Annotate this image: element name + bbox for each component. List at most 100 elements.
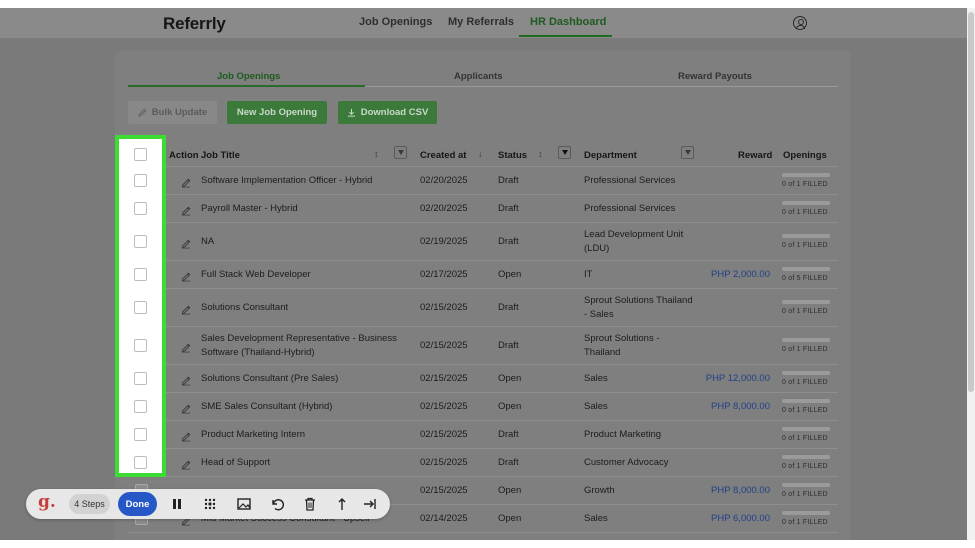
tab-applicants[interactable]: Applicants — [454, 71, 503, 82]
trash-icon[interactable] — [302, 496, 318, 512]
sort-down-icon[interactable]: ↓ — [478, 149, 483, 159]
export-icon[interactable] — [334, 496, 350, 512]
image-icon[interactable] — [236, 496, 252, 512]
header-status[interactable]: Status — [498, 150, 527, 161]
status: Draft — [498, 429, 519, 440]
edit-icon[interactable] — [181, 302, 192, 315]
status: Draft — [498, 457, 519, 468]
status: Open — [498, 373, 522, 384]
created-at: 02/15/2025 — [420, 429, 468, 440]
download-csv-label: Download CSV — [360, 107, 429, 118]
nav-hr-dashboard[interactable]: HR Dashboard — [530, 16, 606, 28]
openings-bar — [782, 201, 830, 205]
table-row[interactable]: NA 02/19/2025 Draft Lead Development Unit (L… — [128, 222, 838, 260]
filter-icon[interactable] — [558, 146, 571, 159]
header-job-title[interactable]: Job Title — [201, 150, 240, 161]
department: Sprout Solutions Thailand — [584, 295, 693, 306]
job-title: Full Stack Web Developer — [201, 269, 311, 280]
edit-icon[interactable] — [181, 340, 192, 353]
department: Professional Services — [584, 203, 676, 214]
edit-icon[interactable] — [181, 203, 192, 216]
page-scrollbar[interactable] — [967, 8, 975, 540]
edit-icon[interactable] — [181, 401, 192, 414]
nav-job-openings[interactable]: Job Openings — [359, 16, 432, 28]
app-window: Referrly Job Openings My Referrals HR Da… — [0, 8, 967, 540]
guidde-logo: g. — [38, 492, 56, 512]
table-row[interactable]: Full Stack Web Developer 02/17/2025 Open IT… — [128, 260, 838, 288]
job-title: Software (Thailand-Hybrid) — [201, 347, 315, 358]
table-row[interactable]: Micro SME Sales Consultant02/14/2025Draf… — [128, 532, 838, 540]
department: Sales — [584, 401, 608, 412]
openings-bar — [782, 399, 830, 403]
department: Sales — [584, 513, 608, 524]
department: Customer Advocacy — [584, 457, 669, 468]
job-title: SME Sales Consultant (Hybrid) — [201, 401, 333, 412]
bulk-update-button[interactable]: Bulk Update — [128, 101, 217, 124]
sort-icon[interactable]: ↕ — [538, 149, 543, 159]
openings-text: 0 of 1 FILLED — [782, 491, 828, 498]
filter-icon[interactable] — [681, 146, 694, 159]
download-csv-button[interactable]: Download CSV — [338, 101, 437, 124]
table-row[interactable]: Solutions Consultant (Pre Sales) 02/15/20… — [128, 364, 838, 392]
scrollbar-thumb[interactable] — [968, 12, 974, 392]
edit-icon[interactable] — [181, 457, 192, 470]
checkbox-column-highlight — [115, 135, 166, 477]
openings-progress: 0 of 1 FILLED — [782, 338, 830, 353]
filter-icon[interactable] — [394, 146, 407, 159]
pause-icon[interactable] — [169, 496, 185, 512]
new-job-opening-button[interactable]: New Job Opening — [227, 101, 327, 124]
header-department[interactable]: Department — [584, 150, 637, 161]
reward-amount: PHP 2,000.00 — [711, 269, 770, 280]
reward-amount: PHP 12,000.00 — [705, 373, 770, 384]
created-at: 02/20/2025 — [420, 175, 468, 186]
openings-progress: 0 of 5 FILLED — [782, 267, 830, 282]
openings-progress: 0 of 1 FILLED — [782, 399, 830, 414]
openings-bar — [782, 267, 830, 271]
table-row[interactable]: Software Implementation Officer - Hybrid… — [128, 166, 838, 194]
table-header: Action Job Title ↕ Created at ↓ Status ↕… — [128, 144, 838, 166]
department: IT — [584, 269, 593, 280]
nav-my-referrals[interactable]: My Referrals — [448, 16, 514, 28]
openings-bar — [782, 483, 830, 487]
edit-icon[interactable] — [181, 175, 192, 188]
openings-text: 0 of 1 FILLED — [782, 346, 828, 353]
openings-progress: 0 of 1 FILLED — [782, 427, 830, 442]
status: Draft — [498, 203, 519, 214]
table-row[interactable]: Product Marketing Intern 02/15/2025 Draft P… — [128, 420, 838, 448]
brand-logo[interactable]: Referrly — [163, 14, 226, 34]
department: Sales — [584, 373, 608, 384]
edit-icon[interactable] — [181, 269, 192, 282]
sort-icon[interactable]: ↕ — [374, 149, 379, 159]
openings-bar — [782, 427, 830, 431]
job-title: Software Implementation Officer - Hybrid — [201, 175, 373, 186]
edit-icon[interactable] — [181, 373, 192, 386]
edit-icon[interactable] — [181, 236, 192, 249]
table-row[interactable]: Sales Development Representative - Busin… — [128, 326, 838, 364]
openings-bar — [782, 455, 830, 459]
profile-icon[interactable] — [793, 16, 807, 30]
openings-progress: 0 of 1 FILLED — [782, 455, 830, 470]
edit-icon[interactable] — [181, 429, 192, 442]
job-title: NA — [201, 236, 215, 247]
steps-badge[interactable]: 4 Steps — [69, 494, 110, 514]
done-button[interactable]: Done — [118, 492, 157, 516]
job-title: Product Marketing Intern — [201, 429, 306, 440]
created-at: 02/15/2025 — [420, 401, 468, 412]
table-row[interactable]: SME Sales Consultant (Hybrid) 02/15/2025 O… — [128, 392, 838, 420]
blur-icon[interactable] — [202, 496, 218, 512]
table-row[interactable]: Payroll Master - Hybrid 02/20/2025 Draft Pr… — [128, 194, 838, 222]
job-title: Solutions Consultant (Pre Sales) — [201, 373, 339, 384]
job-title: Payroll Master - Hybrid — [201, 203, 298, 214]
tab-reward-payouts[interactable]: Reward Payouts — [678, 71, 752, 82]
tab-active-indicator — [128, 85, 365, 87]
department: (LDU) — [584, 243, 610, 254]
table-row[interactable]: Head of Support 02/15/2025 Draft Customer A… — [128, 448, 838, 476]
undo-icon[interactable] — [269, 496, 285, 512]
header-created-at[interactable]: Created at — [420, 150, 466, 161]
created-at: 02/15/2025 — [420, 457, 468, 468]
tab-job-openings[interactable]: Job Openings — [217, 71, 280, 82]
skip-to-end-icon[interactable] — [362, 496, 378, 512]
table-row[interactable]: Solutions Consultant 02/15/2025 Draft Sprou… — [128, 288, 838, 326]
openings-bar — [782, 234, 830, 238]
header-action: Action — [169, 150, 199, 161]
